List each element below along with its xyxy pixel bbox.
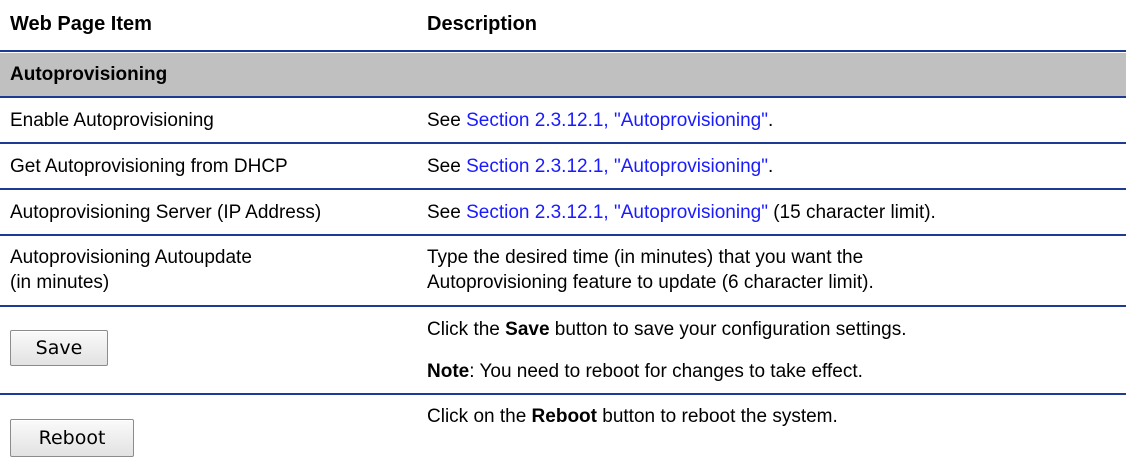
item-enable-autoprovisioning: Enable Autoprovisioning	[10, 110, 214, 131]
text: Click the	[427, 319, 506, 340]
text: button to reboot the system.	[596, 406, 838, 427]
divider	[0, 96, 1126, 98]
item-get-autoprovisioning-dhcp: Get Autoprovisioning from DHCP	[10, 156, 288, 177]
text: button to save your configuration settin…	[549, 319, 907, 340]
bold-text: Save	[505, 319, 550, 340]
save-description: Click the Save button to save your confi…	[427, 317, 907, 342]
divider	[0, 393, 1126, 395]
divider	[0, 50, 1126, 52]
see-text: See	[427, 202, 467, 223]
item-autoprovisioning-server: Autoprovisioning Server (IP Address)	[10, 202, 322, 223]
item-autoprovisioning-autoupdate-units: (in minutes)	[10, 272, 110, 293]
bold-text: Reboot	[531, 406, 597, 427]
divider	[0, 188, 1126, 190]
section-link[interactable]: Section 2.3.12.1, "Autoprovisioning"	[466, 110, 768, 131]
divider	[0, 234, 1126, 236]
section-link[interactable]: Section 2.3.12.1, "Autoprovisioning"	[466, 156, 768, 177]
divider	[0, 305, 1126, 307]
reboot-description: Click on the Reboot button to reboot the…	[427, 404, 838, 429]
description-suffix: (15 character limit).	[767, 202, 936, 223]
description-suffix: .	[767, 110, 774, 131]
section-header: Autoprovisioning	[0, 53, 1126, 96]
save-note: Note: You need to reboot for changes to …	[427, 359, 863, 384]
description-line: Type the desired time (in minutes) that …	[427, 247, 864, 268]
section-title: Autoprovisioning	[10, 64, 168, 85]
section-link[interactable]: Section 2.3.12.1, "Autoprovisioning"	[466, 202, 768, 223]
see-text: See	[427, 110, 467, 131]
description: See Section 2.3.12.1, "Autoprovisioning"…	[427, 200, 936, 225]
save-button[interactable]: Save	[10, 330, 108, 366]
note-text: : You need to reboot for changes to take…	[469, 361, 863, 382]
reboot-button[interactable]: Reboot	[10, 419, 134, 457]
item-autoprovisioning-autoupdate: Autoprovisioning Autoupdate	[10, 247, 252, 268]
description: See Section 2.3.12.1, "Autoprovisioning"…	[427, 108, 773, 133]
description: See Section 2.3.12.1, "Autoprovisioning"…	[427, 154, 773, 179]
text: Click on the	[427, 406, 532, 427]
note-label: Note	[427, 361, 470, 382]
description-suffix: .	[767, 156, 774, 177]
see-text: See	[427, 156, 467, 177]
divider	[0, 142, 1126, 144]
column-header-item: Web Page Item	[10, 13, 152, 35]
column-header-description: Description	[427, 13, 538, 35]
description-line: Autoprovisioning feature to update (6 ch…	[427, 272, 874, 293]
